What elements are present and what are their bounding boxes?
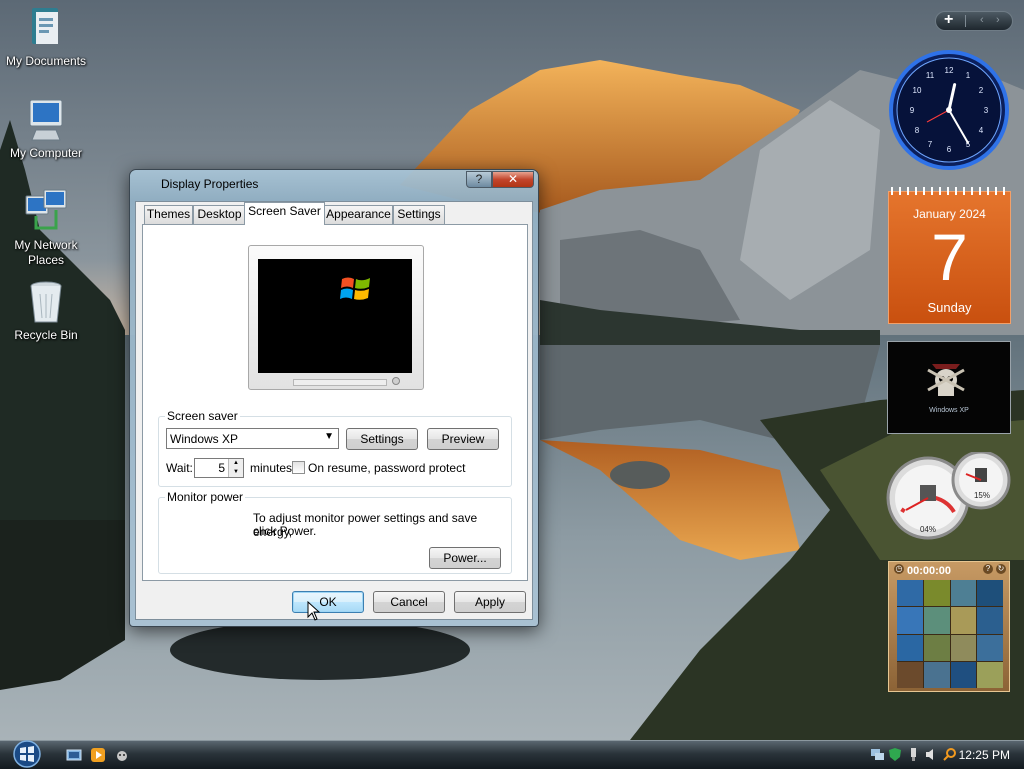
sidebar-prev-button[interactable]: ‹ [980, 14, 984, 26]
screen-saver-select[interactable]: Windows XP ▼ [166, 428, 339, 449]
monitor-power-group-label: Monitor power [165, 490, 246, 504]
svg-text:2: 2 [979, 86, 984, 95]
screen-saver-panel: Screen saver Windows XP ▼ Settings Previ… [142, 224, 528, 581]
add-gadget-button[interactable]: + [944, 11, 953, 29]
chevron-down-icon: ▼ [324, 431, 334, 442]
calendar-binding [891, 187, 1009, 195]
dialog-title: Display Properties [161, 177, 259, 191]
svg-text:10: 10 [913, 86, 922, 95]
desktop-icon-my-documents[interactable]: My Documents [0, 4, 92, 69]
media-player-icon[interactable] [90, 747, 106, 763]
svg-text:8: 8 [915, 126, 920, 135]
cpu-percent: 04% [920, 525, 936, 534]
calendar-month: January 2024 [913, 207, 986, 221]
help-button[interactable]: ? [466, 171, 492, 188]
tab-settings[interactable]: Settings [393, 205, 445, 224]
tab-appearance[interactable]: Appearance [324, 205, 393, 224]
desktop-icon-label: Recycle Bin [14, 328, 78, 342]
monitor-base-slot [293, 379, 387, 386]
desktop-icon-label: My Network Places [14, 238, 78, 267]
monitor-power-led [392, 377, 400, 385]
puzzle-grid[interactable] [897, 580, 1003, 688]
close-button[interactable]: ✕ [492, 171, 534, 188]
mouse-cursor-icon [307, 601, 321, 621]
calendar-weekday: Sunday [927, 300, 972, 315]
taskbar: 12:25 PM [0, 740, 1024, 769]
windows-logo-icon [340, 277, 370, 300]
clock-gadget[interactable]: 1212 345 678 91011 [887, 49, 1013, 171]
dialog-body: Themes Desktop Screen Saver Appearance S… [135, 201, 533, 620]
switch-windows-icon[interactable] [114, 747, 130, 763]
apply-button[interactable]: Apply [454, 591, 526, 613]
svg-text:4: 4 [979, 126, 984, 135]
tab-desktop[interactable]: Desktop [193, 205, 246, 224]
desktop-icon-label: My Computer [9, 146, 83, 160]
memory-percent: 15% [974, 491, 990, 500]
search-icon[interactable] [942, 747, 957, 762]
show-desktop-icon[interactable] [66, 747, 82, 763]
desktop-icon-recycle-bin[interactable]: Recycle Bin [0, 280, 92, 343]
calendar-day: 7 [931, 220, 968, 294]
spin-arrows-icon[interactable]: ▲ ▼ [228, 459, 243, 477]
folder-icon [32, 8, 58, 44]
sidebar-controls: + ‹ › [935, 11, 1013, 31]
cpu-meter-gadget[interactable]: 04% 15% [886, 452, 1012, 544]
svg-text:3: 3 [984, 106, 989, 115]
tab-themes[interactable]: Themes [144, 205, 193, 224]
password-protect-label[interactable]: On resume, password protect [308, 461, 465, 475]
screen-saver-group: Screen saver Windows XP ▼ Settings Previ… [158, 409, 512, 487]
network-icon [25, 189, 67, 230]
taskbar-clock[interactable]: 12:25 PM [959, 748, 1010, 762]
svg-text:6: 6 [947, 145, 952, 154]
puzzle-shuffle-icon[interactable]: ↻ [996, 564, 1006, 574]
screen-saver-group-label: Screen saver [165, 409, 240, 423]
desktop-icon-label: My Documents [5, 54, 87, 68]
puzzle-clock-icon: ◷ [894, 564, 904, 574]
svg-text:7: 7 [928, 140, 933, 149]
svg-text:1: 1 [966, 71, 971, 80]
tab-screen-saver[interactable]: Screen Saver [244, 202, 325, 225]
minutes-label: minutes [250, 461, 293, 475]
calendar-gadget[interactable]: January 2024 7 Sunday [888, 187, 1011, 324]
slideshow-caption: Windows XP [929, 407, 969, 414]
safely-remove-hardware-icon[interactable] [906, 747, 921, 762]
screen-saver-select-value: Windows XP [170, 432, 239, 446]
svg-text:12: 12 [945, 66, 954, 75]
password-protect-checkbox[interactable] [292, 461, 305, 474]
settings-button[interactable]: Settings [346, 428, 418, 450]
preview-button[interactable]: Preview [427, 428, 499, 450]
monitor-preview [248, 245, 424, 390]
security-shield-icon[interactable] [888, 747, 903, 762]
screensaver-preview-screen [258, 259, 412, 373]
computer-icon [29, 99, 63, 141]
network-tray-icon[interactable] [870, 747, 885, 762]
monitor-power-text: click Power. [253, 524, 317, 538]
desktop-icon-my-network-places[interactable]: My Network Places [0, 188, 92, 268]
wait-label: Wait: [166, 461, 193, 475]
svg-text:9: 9 [910, 106, 915, 115]
sidebar-next-button[interactable]: › [996, 14, 1000, 26]
display-properties-dialog: Display Properties ? ✕ Themes Desktop Sc… [129, 169, 539, 627]
puzzle-timer: 00:00:00 [907, 565, 952, 577]
svg-text:11: 11 [926, 71, 935, 80]
slideshow-gadget[interactable]: Windows XP [887, 341, 1011, 434]
wait-minutes-value: 5 [218, 461, 225, 475]
wait-minutes-stepper[interactable]: 5 ▲ ▼ [194, 458, 244, 478]
monitor-power-group: Monitor power To adjust monitor power se… [158, 490, 512, 574]
system-tray: 12:25 PM [866, 743, 1024, 767]
puzzle-help-button[interactable]: ? [983, 564, 993, 574]
volume-icon[interactable] [924, 747, 939, 762]
sidebar-divider [965, 15, 966, 27]
recycle-bin-icon [30, 281, 62, 323]
ok-button[interactable]: OK [292, 591, 364, 613]
picture-puzzle-gadget[interactable]: ◷ 00:00:00 ? ↻ [888, 561, 1010, 692]
start-button[interactable] [9, 739, 45, 768]
cancel-button[interactable]: Cancel [373, 591, 445, 613]
desktop-icon-my-computer[interactable]: My Computer [0, 96, 92, 161]
slideshow-image: Windows XP [927, 364, 969, 414]
power-button[interactable]: Power... [429, 547, 501, 569]
